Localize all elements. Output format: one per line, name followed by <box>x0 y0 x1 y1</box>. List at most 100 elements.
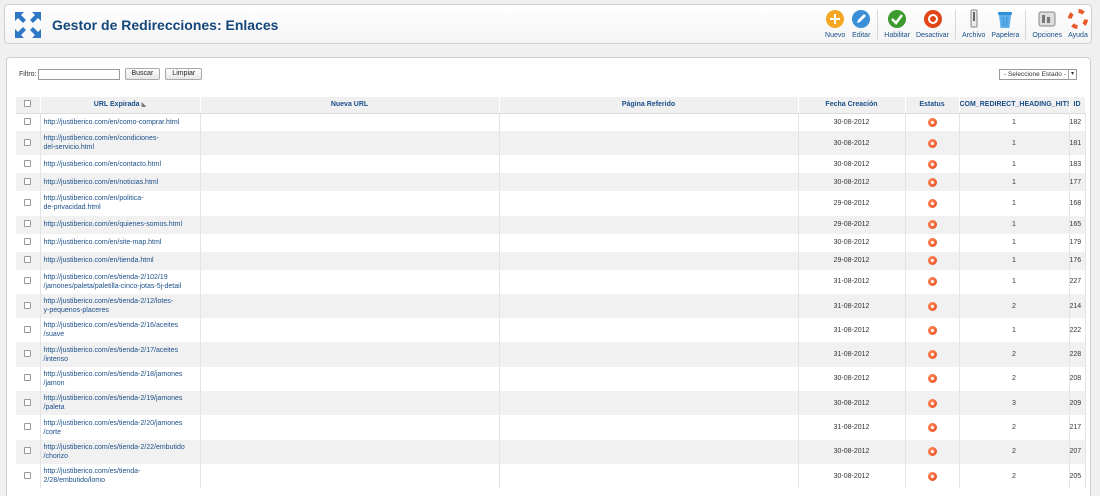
clear-button[interactable]: Limpiar <box>165 68 203 80</box>
referrer-cell <box>499 391 799 416</box>
col-id[interactable]: ID <box>1069 97 1086 114</box>
row-checkbox[interactable] <box>24 220 32 228</box>
options-button[interactable]: Opciones <box>1029 8 1065 42</box>
toolbar-divider <box>877 10 879 40</box>
row-checkbox[interactable] <box>24 198 32 206</box>
expired-url-link[interactable]: http://justiberico.com/en/quienes-somos.… <box>41 220 200 229</box>
expired-url-link[interactable]: http://justiberico.com/en/politica-de-pr… <box>41 194 200 212</box>
disabled-status-icon[interactable] <box>927 350 937 360</box>
expired-url-link[interactable]: http://justiberico.com/en/site-map.html <box>41 238 200 247</box>
disabled-status-icon[interactable] <box>927 238 937 248</box>
expired-url-link[interactable]: http://justiberico.com/es/tienda-2/22/em… <box>41 443 200 461</box>
disabled-status-icon[interactable] <box>927 117 937 127</box>
date-cell: 30-08-2012 <box>798 155 906 174</box>
col-new-url[interactable]: Nueva URL <box>200 97 500 114</box>
col-status[interactable]: Estatus <box>905 97 960 114</box>
disabled-status-icon[interactable] <box>927 159 937 169</box>
row-select-cell <box>16 463 41 489</box>
row-checkbox[interactable] <box>24 325 32 333</box>
expired-url-cell: http://justiberico.com/es/tienda-2/19/ja… <box>40 391 201 416</box>
row-checkbox[interactable] <box>24 374 32 382</box>
expired-url-link[interactable]: http://justiberico.com/en/noticias.html <box>41 178 200 187</box>
row-checkbox[interactable] <box>24 301 32 309</box>
col-hits[interactable]: COM_REDIRECT_HEADING_HITS <box>959 97 1070 114</box>
row-checkbox[interactable] <box>24 177 32 185</box>
disabled-status-icon[interactable] <box>927 138 937 148</box>
expired-url-line: http://justiberico.com/en/noticias.html <box>43 178 159 186</box>
redirect-logo-icon <box>15 12 41 38</box>
status-cell <box>905 391 960 416</box>
table-row: http://justiberico.com/es/tienda-2/18/ja… <box>16 366 1086 392</box>
expired-url-link[interactable]: http://justiberico.com/es/tienda-2/16/ac… <box>41 321 200 339</box>
disabled-status-icon[interactable] <box>927 423 937 433</box>
id-cell: 183 <box>1069 155 1086 174</box>
disabled-status-icon[interactable] <box>927 471 937 481</box>
row-checkbox[interactable] <box>24 447 32 455</box>
row-checkbox[interactable] <box>24 159 32 167</box>
col-expired-url[interactable]: URL Expirada ◣ <box>40 97 201 114</box>
hits-cell: 2 <box>959 342 1070 367</box>
disable-button[interactable]: Desactivar <box>913 8 952 42</box>
expired-url-cell: http://justiberico.com/en/contacto.html <box>40 155 201 174</box>
disabled-status-icon[interactable] <box>927 220 937 230</box>
row-checkbox[interactable] <box>24 256 32 264</box>
hits-cell: 1 <box>959 251 1070 270</box>
expired-url-line: http://justiberico.com/es/tienda-2/20/ja… <box>43 419 183 427</box>
expired-url-link[interactable]: http://justiberico.com/es/tienda-2/18/ja… <box>41 370 200 388</box>
row-checkbox[interactable] <box>24 398 32 406</box>
disabled-status-icon[interactable] <box>927 277 937 287</box>
expired-url-link[interactable]: http://justiberico.com/es/tienda-2/19/ja… <box>41 394 200 412</box>
id-cell: 217 <box>1069 415 1086 440</box>
row-select-cell <box>16 342 41 367</box>
col-referrer[interactable]: Página Referido <box>499 97 799 114</box>
new-button[interactable]: Nuevo <box>822 8 848 42</box>
col-date[interactable]: Fecha Creación <box>798 97 906 114</box>
row-select-cell <box>16 366 41 392</box>
search-button[interactable]: Buscar <box>124 68 161 80</box>
disabled-status-icon[interactable] <box>927 301 937 311</box>
new-url-cell <box>200 113 500 131</box>
id-cell: 176 <box>1069 251 1086 270</box>
row-checkbox[interactable] <box>24 117 32 125</box>
expired-url-link[interactable]: http://justiberico.com/es/tienda-2/20/ja… <box>41 419 200 437</box>
disabled-status-icon[interactable] <box>927 325 937 335</box>
disabled-status-icon[interactable] <box>927 177 937 187</box>
row-checkbox[interactable] <box>24 423 32 431</box>
id-cell: 222 <box>1069 318 1086 343</box>
row-checkbox[interactable] <box>24 471 32 479</box>
state-filter-select[interactable]: - Seleccione Estado - ▾ <box>999 69 1077 80</box>
row-select-cell <box>16 113 41 131</box>
expired-url-link[interactable]: http://justiberico.com/en/condiciones-de… <box>41 134 200 152</box>
disabled-status-icon[interactable] <box>927 398 937 408</box>
trash-button[interactable]: Papelera <box>988 8 1022 42</box>
disabled-status-icon[interactable] <box>927 374 937 384</box>
expired-url-link[interactable]: http://justiberico.com/es/tienda-2/17/ac… <box>41 346 200 364</box>
hits-cell: 3 <box>959 391 1070 416</box>
filter-input[interactable] <box>37 68 120 80</box>
row-select-cell <box>16 215 41 234</box>
expired-url-link[interactable]: http://justiberico.com/en/como-comprar.h… <box>41 118 200 127</box>
row-checkbox[interactable] <box>24 238 32 246</box>
select-all-checkbox[interactable] <box>24 100 32 108</box>
disabled-status-icon[interactable] <box>927 447 937 457</box>
row-checkbox[interactable] <box>24 277 32 285</box>
expired-url-link[interactable]: http://justiberico.com/en/tienda.html <box>41 256 200 265</box>
archive-button[interactable]: Archivo <box>959 8 988 42</box>
disabled-status-icon[interactable] <box>927 256 937 266</box>
expired-url-link[interactable]: http://justiberico.com/es/tienda- 2/28/em… <box>41 467 200 485</box>
expired-url-line: http://justiberico.com/en/como-comprar.h… <box>43 118 180 126</box>
expired-url-line: http://justiberico.com/es/tienda-2/16/ac… <box>43 322 179 330</box>
row-checkbox[interactable] <box>24 138 32 146</box>
row-checkbox[interactable] <box>24 350 32 358</box>
trash-icon <box>998 12 1013 28</box>
disabled-status-icon[interactable] <box>927 198 937 208</box>
expired-url-link[interactable]: http://justiberico.com/es/tienda-2/12/lo… <box>41 297 200 315</box>
enable-button[interactable]: Habilitar <box>881 8 913 42</box>
date-cell: 31-08-2012 <box>798 269 906 294</box>
status-cell <box>905 233 960 252</box>
expired-url-link[interactable]: http://justiberico.com/en/contacto.html <box>41 160 200 169</box>
edit-button[interactable]: Editar <box>848 8 874 42</box>
help-button[interactable]: Ayuda <box>1065 8 1091 42</box>
expired-url-line: http://justiberico.com/en/politica- <box>43 195 144 203</box>
expired-url-link[interactable]: http://justiberico.com/es/tienda-2/102/1… <box>41 273 200 291</box>
